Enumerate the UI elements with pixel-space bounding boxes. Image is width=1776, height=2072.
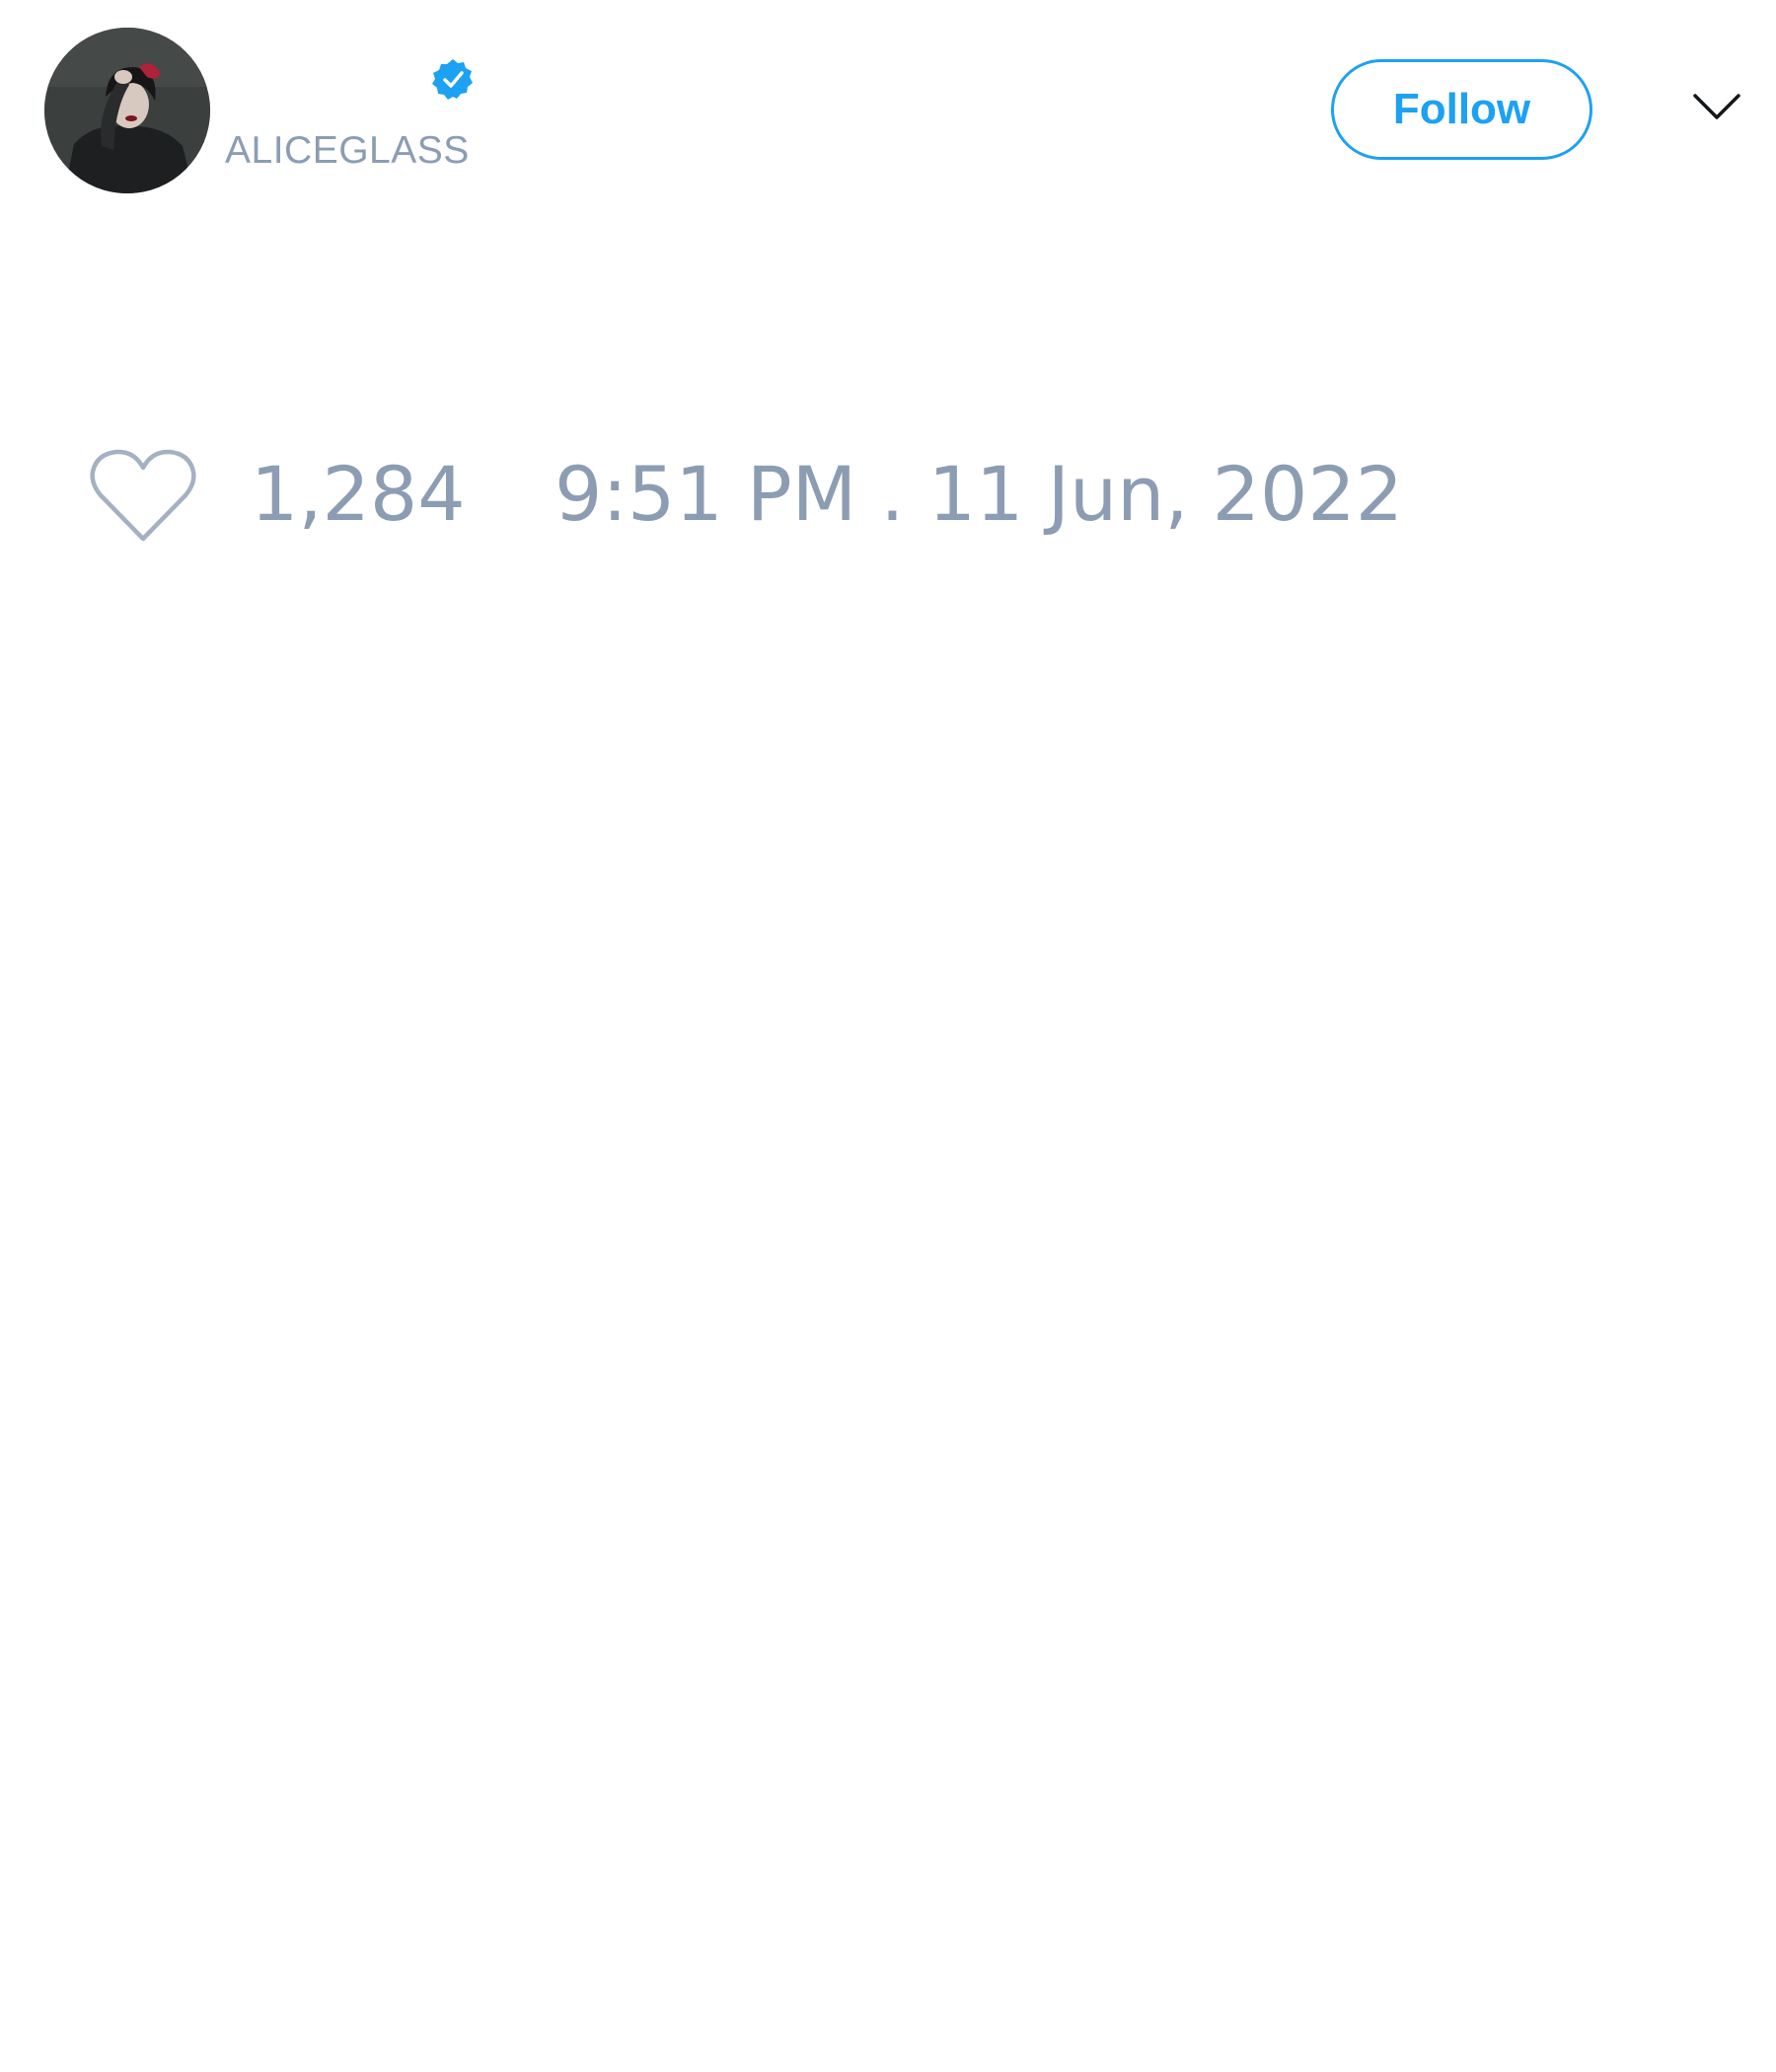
follow-button[interactable]: Follow — [1331, 59, 1592, 160]
avatar[interactable] — [44, 28, 210, 193]
like-count: 1,284 — [251, 450, 466, 538]
verified-badge-icon — [430, 57, 476, 103]
heart-icon[interactable] — [89, 448, 197, 545]
chevron-down-icon[interactable] — [1692, 91, 1741, 122]
tweet-card: ALICEGLASS Follow 1,284 9:51 PM . 11 Jun… — [0, 0, 1776, 2072]
user-handle[interactable]: ALICEGLASS — [225, 128, 470, 174]
tweet-actions-row: 1,284 9:51 PM . 11 Jun, 2022 — [0, 434, 1776, 553]
tweet-timestamp[interactable]: 9:51 PM . 11 Jun, 2022 — [555, 450, 1403, 539]
avatar-photo — [44, 28, 210, 193]
